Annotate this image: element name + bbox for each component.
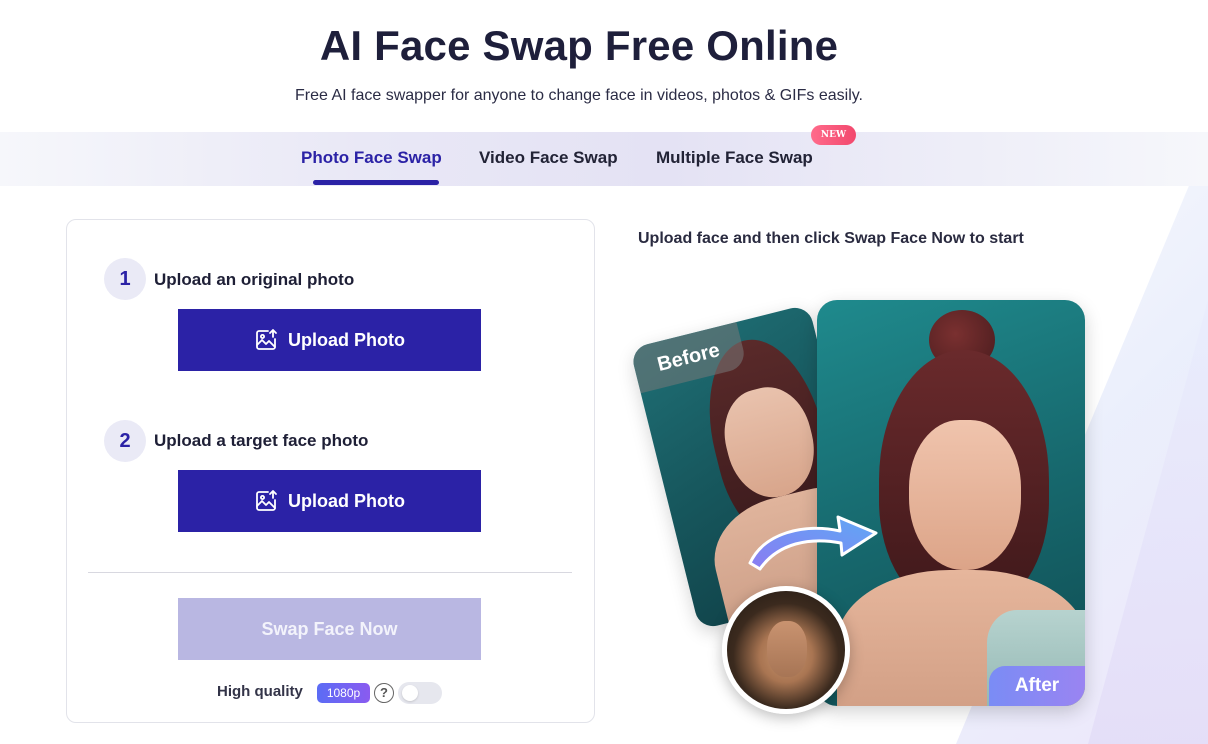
upload-image-icon (256, 329, 277, 350)
after-label: After (989, 666, 1085, 706)
step-2-label: Upload a target face photo (154, 431, 369, 450)
after-portrait-face (909, 420, 1021, 570)
help-icon[interactable]: ? (374, 683, 394, 703)
toggle-knob (402, 685, 418, 701)
upload-target-face-button[interactable]: Upload Photo (178, 470, 481, 532)
background-decoration-secondary (1088, 300, 1208, 744)
high-quality-label: High quality (217, 683, 303, 700)
upload-image-icon (256, 490, 277, 511)
upload-button-label: Upload Photo (288, 490, 405, 511)
target-face-avatar (722, 586, 850, 714)
step-1-number: 1 (104, 258, 146, 300)
upload-button-label: Upload Photo (288, 329, 405, 350)
preview-caption: Upload face and then click Swap Face Now… (638, 230, 1024, 247)
target-face (767, 621, 807, 677)
step-2-number: 2 (104, 420, 146, 462)
tab-photo-face-swap[interactable]: Photo Face Swap (301, 148, 442, 168)
active-tab-indicator (313, 180, 439, 185)
page-title: AI Face Swap Free Online (319, 22, 839, 69)
swap-face-now-button[interactable]: Swap Face Now (178, 598, 481, 660)
tab-video-face-swap[interactable]: Video Face Swap (479, 148, 618, 168)
step-1-label: Upload an original photo (154, 270, 355, 289)
resolution-badge: 1080p (317, 683, 370, 703)
new-badge: NEW (811, 125, 856, 145)
upload-original-photo-button[interactable]: Upload Photo (178, 309, 481, 371)
divider (88, 572, 572, 573)
tab-multiple-face-swap[interactable]: Multiple Face Swap (656, 148, 813, 168)
high-quality-toggle[interactable] (398, 682, 442, 704)
page-subtitle: Free AI face swapper for anyone to chang… (294, 87, 863, 104)
swap-arrow-icon (748, 515, 878, 571)
